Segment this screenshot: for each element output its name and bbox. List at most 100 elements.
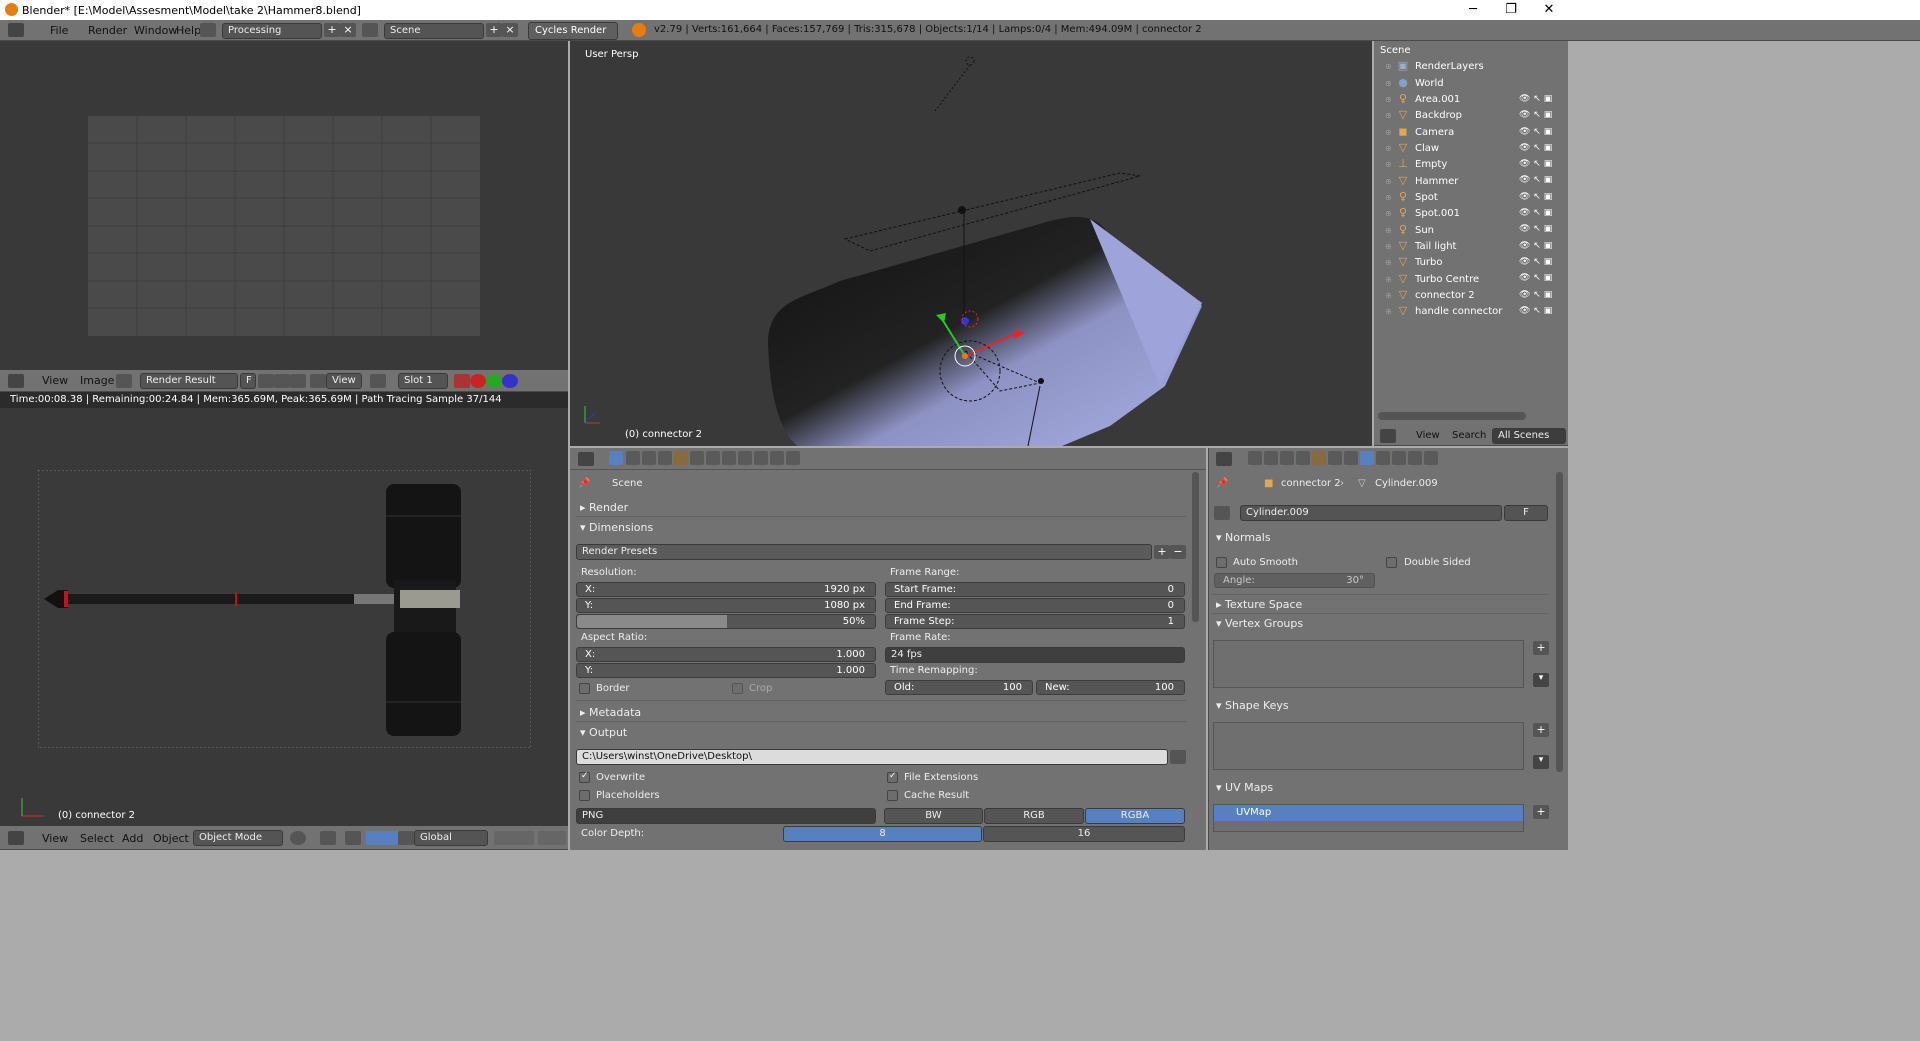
outliner-item[interactable]: ⊕ ▽ Claw: [1385, 140, 1439, 156]
red-channel-icon[interactable]: [470, 374, 486, 388]
screen-layout-icon[interactable]: [200, 23, 216, 37]
output-panel-header[interactable]: ▾ Output: [580, 726, 627, 739]
frame-rate-select[interactable]: 24 fps: [885, 647, 1185, 663]
remap-new-field[interactable]: New: 100: [1036, 680, 1185, 695]
translate-icon[interactable]: [366, 831, 382, 845]
orientation-select[interactable]: Global: [414, 830, 488, 846]
mesh-browse-icon[interactable]: [1214, 506, 1230, 520]
editor-type-info-icon[interactable]: [8, 23, 24, 37]
resolution-x-field[interactable]: X: 1920 px: [576, 582, 876, 597]
pivot-icon[interactable]: [370, 374, 386, 388]
texture-space-panel-header[interactable]: ▸ Texture Space: [1216, 598, 1302, 611]
placeholders-checkbox[interactable]: [579, 790, 590, 801]
menu-view-3d[interactable]: View: [42, 832, 68, 845]
double-sided-checkbox[interactable]: [1386, 557, 1397, 568]
scale-icon[interactable]: [398, 831, 414, 845]
layers-tab2-icon[interactable]: [1264, 451, 1278, 465]
world-tab2-icon[interactable]: [1296, 451, 1310, 465]
editor-type-props-icon[interactable]: [578, 452, 594, 466]
outliner-item[interactable]: ⊕ ▽ Backdrop: [1385, 107, 1462, 123]
scene-tab2-icon[interactable]: [1280, 451, 1294, 465]
modifiers-tab-icon[interactable]: [706, 451, 720, 465]
normals-panel-header[interactable]: ▾ Normals: [1216, 531, 1271, 544]
uvmap-item[interactable]: UVMap: [1214, 805, 1523, 821]
mesh-fake-user-button[interactable]: F: [1504, 505, 1548, 521]
green-channel-icon[interactable]: [486, 374, 502, 388]
open-image-icon[interactable]: [274, 374, 290, 388]
aspect-y-field[interactable]: Y: 1.000: [576, 663, 876, 678]
physics-tab2-icon[interactable]: [1424, 451, 1438, 465]
remap-old-field[interactable]: Old: 100: [885, 680, 1033, 695]
outliner-item[interactable]: ⊕ ▽ Turbo Centre: [1385, 271, 1479, 287]
aspect-x-field[interactable]: X: 1.000: [576, 647, 876, 662]
outliner-item[interactable]: ⊕ ▽ Turbo: [1385, 254, 1443, 270]
world-tab-icon[interactable]: [658, 451, 672, 465]
add-vertex-group-icon[interactable]: +: [1533, 641, 1549, 655]
modifiers-tab2-icon[interactable]: [1344, 451, 1358, 465]
3d-viewport[interactable]: User Persp (0) connector 2: [570, 41, 1372, 446]
render-tab-icon[interactable]: [609, 451, 623, 465]
image-name-field[interactable]: Render Result: [140, 373, 238, 389]
add-preset-icon[interactable]: +: [1154, 545, 1170, 559]
manipulator-icon[interactable]: [345, 831, 361, 845]
layers-grid2-icon[interactable]: [538, 831, 566, 845]
outliner-display-mode[interactable]: All Scenes: [1492, 428, 1566, 444]
editor-type-image-icon[interactable]: [8, 374, 24, 388]
visibility-toggles[interactable]: 👁 ↖ ▣ 👁 ↖ ▣ 👁 ↖ ▣ 👁 ↖ ▣ 👁 ↖ ▣ 👁 ↖ ▣ 👁 ↖ ▣ 👁 ↖ ▣…: [1519, 91, 1567, 316]
slot-select[interactable]: Slot 1: [398, 373, 448, 389]
particles-tab2-icon[interactable]: [1408, 451, 1422, 465]
render-engine-select[interactable]: Cycles Render: [528, 22, 618, 40]
uv-maps-panel-header[interactable]: ▾ UV Maps: [1216, 781, 1273, 794]
object-tab2-icon[interactable]: [1312, 451, 1326, 465]
data-props-scrollbar[interactable]: [1556, 472, 1563, 772]
material-tab-icon[interactable]: [738, 451, 752, 465]
menu-select[interactable]: Select: [80, 832, 114, 845]
color-rgb-button[interactable]: RGB: [984, 808, 1084, 824]
layers-tab-icon[interactable]: [626, 451, 640, 465]
layers-grid-icon[interactable]: [494, 831, 534, 845]
color-alpha-icon[interactable]: [454, 374, 470, 388]
frame-step-field[interactable]: Frame Step: 1: [885, 614, 1185, 629]
outliner-view-menu[interactable]: View: [1416, 430, 1440, 441]
uv-grid-area[interactable]: [0, 41, 568, 370]
shading-icon[interactable]: [290, 831, 306, 845]
outliner-item[interactable]: ⊕ ♀ Spot.001: [1385, 205, 1460, 221]
outliner-item[interactable]: ⊕ ▽ Hammer: [1385, 173, 1458, 189]
shape-key-menu-icon[interactable]: ▾: [1533, 755, 1549, 769]
color-bw-button[interactable]: BW: [884, 808, 983, 824]
resolution-y-field[interactable]: Y: 1080 px: [576, 598, 876, 613]
vertex-group-menu-icon[interactable]: ▾: [1533, 673, 1549, 687]
remove-scene-icon[interactable]: ×: [502, 23, 518, 37]
fake-user-button[interactable]: F: [240, 373, 256, 389]
scene-field[interactable]: Scene: [384, 23, 484, 39]
editor-type-outliner-icon[interactable]: [1380, 429, 1396, 443]
depth-16-button[interactable]: 16: [983, 826, 1185, 842]
data-tab-icon[interactable]: [722, 451, 736, 465]
new-image-icon[interactable]: [258, 374, 274, 388]
outliner-item[interactable]: ⊕ ⊥ Empty: [1385, 156, 1447, 172]
mesh-name-field[interactable]: Cylinder.009: [1240, 505, 1502, 521]
add-layout-icon[interactable]: +: [324, 23, 340, 37]
unlink-image-icon[interactable]: [290, 374, 306, 388]
outliner-search-menu[interactable]: Search: [1452, 430, 1486, 441]
render-panel-header[interactable]: ▸ Render: [580, 501, 628, 514]
pivot-point-icon[interactable]: [320, 831, 336, 845]
dimensions-panel-header[interactable]: ▾ Dimensions: [580, 521, 653, 534]
blue-channel-icon[interactable]: [502, 374, 518, 388]
editor-type-props2-icon[interactable]: [1216, 452, 1232, 466]
resolution-percent-slider[interactable]: 50%: [576, 614, 876, 629]
menu-image[interactable]: Image: [80, 374, 114, 387]
menu-help[interactable]: Help: [176, 24, 201, 37]
outliner-item[interactable]: ⊕ ▽ connector 2: [1385, 287, 1475, 303]
color-rgba-button[interactable]: RGBA: [1085, 808, 1185, 824]
menu-add[interactable]: Add: [122, 832, 143, 845]
cache-result-checkbox[interactable]: [887, 790, 898, 801]
end-frame-field[interactable]: End Frame: 0: [885, 598, 1185, 613]
border-checkbox[interactable]: [579, 683, 590, 694]
menu-window[interactable]: Window: [134, 24, 177, 37]
outliner-scrollbar[interactable]: [1378, 412, 1526, 420]
pin2-icon[interactable]: 📌: [1216, 478, 1228, 489]
render-tab2-icon[interactable]: [1248, 451, 1262, 465]
vertex-groups-panel-header[interactable]: ▾ Vertex Groups: [1216, 617, 1303, 630]
depth-8-button[interactable]: 8: [783, 826, 982, 842]
